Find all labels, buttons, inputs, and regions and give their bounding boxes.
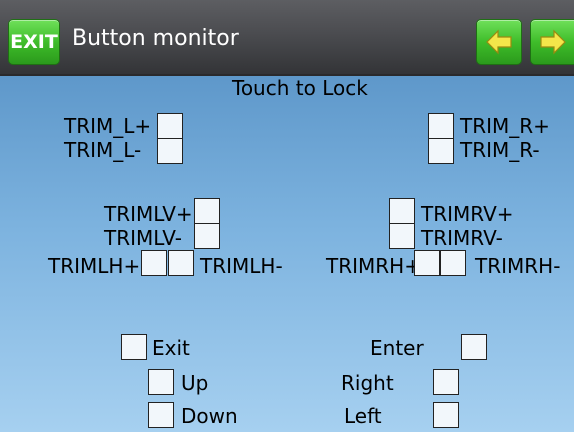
trim-r-plus-label: TRIM_R+ xyxy=(460,114,550,138)
trim-l-plus-indicator[interactable] xyxy=(157,113,183,139)
exit-key-label: Exit xyxy=(152,336,190,360)
trim-lh-minus-indicator[interactable] xyxy=(168,250,194,276)
down-key-label: Down xyxy=(181,404,238,428)
trim-l-minus-indicator[interactable] xyxy=(157,138,183,164)
exit-key-indicator[interactable] xyxy=(121,334,147,360)
trim-rv-minus-label: TRIMRV- xyxy=(421,226,503,250)
left-key-label: Left xyxy=(344,404,382,428)
button-monitor-screen: EXIT Button monitor Touch to Lock TRIM_L… xyxy=(0,0,574,432)
trim-rv-plus-indicator[interactable] xyxy=(389,198,415,224)
right-key-label: Right xyxy=(341,371,394,395)
arrow-left-icon xyxy=(486,29,512,55)
trim-lh-minus-label: TRIMLH- xyxy=(200,254,283,278)
trim-rh-plus-indicator[interactable] xyxy=(414,250,440,276)
up-key-indicator[interactable] xyxy=(148,369,174,395)
trim-lv-minus-indicator[interactable] xyxy=(194,223,220,249)
trim-lv-plus-label: TRIMLV+ xyxy=(104,202,193,226)
title-bar: EXIT Button monitor xyxy=(0,0,574,76)
right-key-indicator[interactable] xyxy=(433,369,459,395)
left-key-indicator[interactable] xyxy=(433,402,459,428)
enter-key-label: Enter xyxy=(370,336,424,360)
trim-l-plus-label: TRIM_L+ xyxy=(64,114,152,138)
trim-rv-plus-label: TRIMRV+ xyxy=(421,202,514,226)
trim-r-plus-indicator[interactable] xyxy=(428,113,454,139)
arrow-right-icon xyxy=(540,29,566,55)
trim-lv-plus-indicator[interactable] xyxy=(194,198,220,224)
exit-button[interactable]: EXIT xyxy=(8,19,60,65)
trim-lh-plus-indicator[interactable] xyxy=(141,250,167,276)
trim-lh-plus-label: TRIMLH+ xyxy=(48,254,141,278)
trim-rh-plus-label: TRIMRH+ xyxy=(326,254,421,278)
trim-rh-minus-indicator[interactable] xyxy=(440,250,466,276)
trim-rv-minus-indicator[interactable] xyxy=(389,223,415,249)
trim-r-minus-label: TRIM_R- xyxy=(460,138,540,162)
trim-lv-minus-label: TRIMLV- xyxy=(104,226,182,250)
exit-button-label: EXIT xyxy=(10,31,58,53)
enter-key-indicator[interactable] xyxy=(461,334,487,360)
trim-rh-minus-label: TRIMRH- xyxy=(475,254,561,278)
touch-to-lock-label: Touch to Lock xyxy=(232,76,368,100)
trim-r-minus-indicator[interactable] xyxy=(428,138,454,164)
up-key-label: Up xyxy=(181,371,209,395)
page-title: Button monitor xyxy=(72,26,239,51)
previous-page-button[interactable] xyxy=(476,19,522,65)
trim-l-minus-label: TRIM_L- xyxy=(64,138,142,162)
down-key-indicator[interactable] xyxy=(148,402,174,428)
next-page-button[interactable] xyxy=(530,19,574,65)
